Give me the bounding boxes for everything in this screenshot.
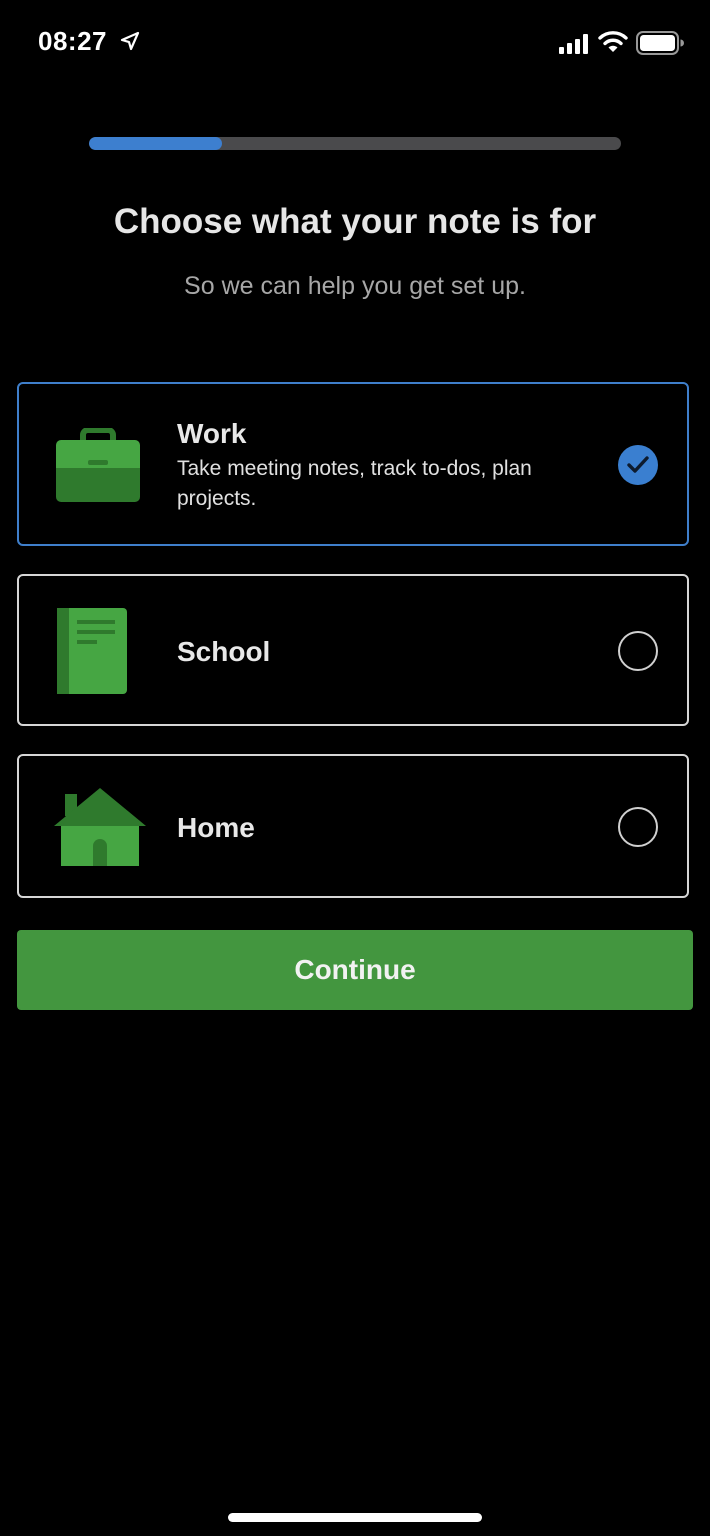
option-label-work: Work [177,418,247,449]
option-text-home: Home [177,810,577,846]
continue-button[interactable]: Continue [17,930,693,1010]
checkmark-icon [627,456,649,473]
status-time: 08:27 [38,26,107,56]
progress-fill [89,137,222,150]
option-card-home[interactable]: Home [17,754,689,898]
radio-school[interactable] [618,631,658,671]
option-text-work: Work Take meeting notes, track to-dos, p… [177,416,577,514]
status-bar: 08:27 [0,0,710,88]
cellular-signal-icon [559,34,588,54]
location-arrow-icon [120,31,140,51]
notebook-icon [57,608,127,694]
battery-icon [636,31,684,55]
page-title: Choose what your note is for [113,202,597,241]
radio-home[interactable] [618,807,658,847]
option-label-home: Home [177,812,255,843]
option-text-school: School [177,634,577,670]
radio-work-checked[interactable] [618,445,658,485]
briefcase-icon [56,428,140,502]
option-label-school: School [177,636,271,667]
page-subtitle: So we can help you get set up. [184,272,526,300]
home-indicator[interactable] [228,1513,482,1522]
option-description-work: Take meeting notes, track to-dos, plan p… [177,457,532,510]
option-card-school[interactable]: School [17,574,689,726]
onboarding-progress-bar [89,137,621,150]
house-icon [54,788,146,866]
wifi-icon [598,31,628,52]
option-card-work[interactable]: Work Take meeting notes, track to-dos, p… [17,382,689,546]
